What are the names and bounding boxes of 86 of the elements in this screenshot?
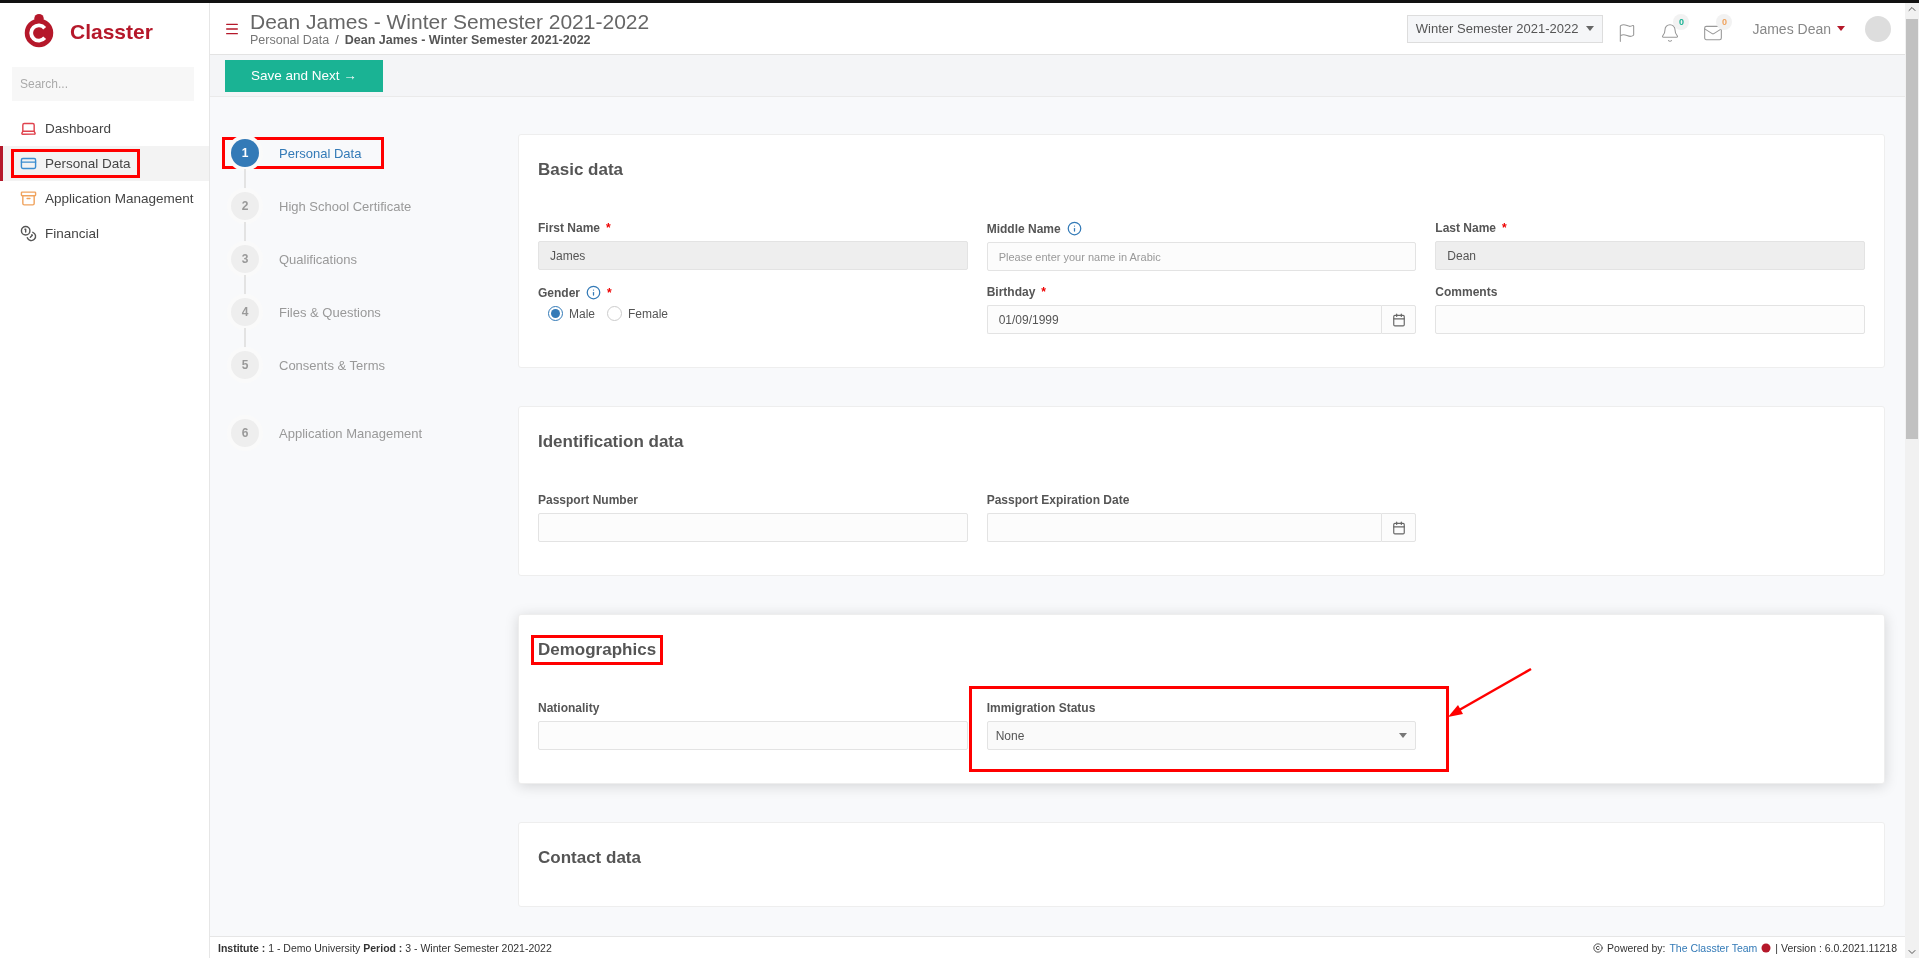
step-number: 2 bbox=[231, 192, 259, 220]
field-label: Last Name bbox=[1435, 221, 1497, 235]
field-label: Passport Expiration Date bbox=[986, 493, 1130, 507]
step-label[interactable]: Personal Data bbox=[279, 145, 362, 161]
calendar-icon bbox=[1391, 312, 1406, 327]
laptop-icon bbox=[20, 120, 37, 137]
breadcrumb-item: Dean James - Winter Semester 2021-2022 bbox=[344, 33, 591, 48]
sidebar-item[interactable]: Personal Data bbox=[0, 146, 209, 181]
text-field[interactable]: Please enter your name in Arabic bbox=[986, 242, 1417, 271]
wizard-step[interactable]: 6 Application Management bbox=[222, 417, 426, 449]
step-number: 3 bbox=[231, 245, 259, 273]
sidebar-label: Application Management bbox=[45, 191, 194, 206]
field-label: Comments bbox=[1435, 285, 1498, 299]
caret-icon bbox=[1399, 733, 1408, 738]
brand-name: Classter bbox=[70, 20, 153, 44]
step-label[interactable]: Files & Questions bbox=[279, 304, 381, 320]
field-label: Birthday bbox=[986, 285, 1036, 299]
dropdown-field[interactable]: None bbox=[986, 721, 1417, 750]
step-number: 5 bbox=[231, 351, 259, 379]
sidebar-label: Financial bbox=[45, 226, 100, 241]
powered-by-label: Powered by: bbox=[1607, 941, 1666, 954]
radio-option[interactable]: Female bbox=[607, 306, 669, 321]
calendar-icon bbox=[1391, 520, 1406, 535]
id-card-icon bbox=[20, 155, 37, 172]
info-icon[interactable] bbox=[1066, 221, 1082, 236]
page-title: Dean James - Winter Semester 2021-2022 bbox=[250, 9, 650, 34]
sidebar-item[interactable]: Dashboard bbox=[0, 111, 209, 146]
wizard-step[interactable]: 5 Consents & Terms bbox=[222, 349, 388, 381]
step-label[interactable]: Application Management bbox=[279, 425, 423, 441]
mail-icon bbox=[1703, 23, 1724, 43]
step-label[interactable]: Consents & Terms bbox=[279, 357, 385, 373]
section-title: Demographics bbox=[531, 635, 664, 665]
copyright-icon bbox=[1593, 942, 1604, 953]
field-label: Nationality bbox=[538, 701, 600, 715]
avatar bbox=[1865, 15, 1891, 42]
info-icon[interactable] bbox=[586, 285, 601, 300]
wizard-step[interactable]: 2 High School Certificate bbox=[222, 190, 415, 222]
calendar-button[interactable] bbox=[1381, 513, 1417, 542]
version-label: | Version : 6.0.2021.11218 bbox=[1775, 941, 1897, 954]
save-and-next-button[interactable]: Save and Next → bbox=[225, 59, 383, 92]
message-count: 0 bbox=[1716, 14, 1733, 30]
step-number: 4 bbox=[231, 298, 259, 326]
section-title: Identification data bbox=[537, 431, 685, 453]
breadcrumb-item[interactable]: Personal Data bbox=[250, 33, 330, 48]
required-mark: * bbox=[607, 285, 612, 300]
date-field[interactable]: 01/09/1999 bbox=[986, 305, 1382, 334]
step-number: 1 bbox=[231, 139, 259, 167]
sidebar-item[interactable]: Application Management bbox=[0, 181, 209, 216]
period-select[interactable]: Winter Semester 2021-2022 bbox=[1406, 14, 1604, 43]
required-mark: * bbox=[1502, 221, 1507, 235]
search-field[interactable]: Search... bbox=[12, 67, 194, 101]
sidebar-label: Personal Data bbox=[45, 156, 131, 171]
wizard-step[interactable]: 4 Files & Questions bbox=[222, 296, 384, 328]
field-label: Immigration Status bbox=[986, 701, 1096, 715]
step-label[interactable]: High School Certificate bbox=[279, 198, 412, 214]
bell-icon bbox=[1660, 23, 1681, 43]
calendar-button[interactable] bbox=[1381, 305, 1417, 334]
field-label: Middle Name bbox=[986, 221, 1061, 236]
date-field[interactable] bbox=[986, 513, 1382, 542]
caret-icon bbox=[1586, 26, 1595, 31]
team-link[interactable]: The Classter Team bbox=[1669, 941, 1758, 954]
field-label: Gender bbox=[538, 285, 580, 300]
field-label: Passport Number bbox=[538, 493, 639, 507]
section-title: Contact data bbox=[537, 847, 642, 869]
text-field[interactable] bbox=[538, 721, 968, 750]
text-field[interactable] bbox=[538, 513, 968, 542]
section-title: Basic data bbox=[537, 159, 625, 181]
notification-count: 0 bbox=[1673, 14, 1690, 30]
step-number: 6 bbox=[231, 419, 259, 447]
scrollbar-thumb[interactable] bbox=[1906, 19, 1918, 439]
required-mark: * bbox=[606, 221, 611, 235]
step-label[interactable]: Qualifications bbox=[279, 251, 358, 267]
notifications-button[interactable]: 0 bbox=[1660, 14, 1690, 43]
required-mark: * bbox=[1041, 285, 1046, 299]
sidebar-label: Dashboard bbox=[45, 121, 112, 136]
wizard-step[interactable]: 3 Qualifications bbox=[222, 243, 361, 275]
footer-info: Institute : 1 - Demo University Period : 3 - Winter Semester 2021-2022 bbox=[218, 941, 552, 954]
field-label: First Name bbox=[538, 221, 601, 235]
user-menu[interactable]: James Dean bbox=[1746, 19, 1851, 38]
radio-option[interactable]: Male bbox=[548, 306, 595, 321]
coins-icon bbox=[20, 225, 37, 242]
drawer-icon bbox=[20, 190, 37, 207]
text-field[interactable] bbox=[1435, 305, 1865, 334]
logo-icon bbox=[1761, 942, 1772, 953]
breadcrumb-separator: / bbox=[335, 33, 339, 48]
sidebar-item[interactable]: Financial bbox=[0, 216, 209, 251]
